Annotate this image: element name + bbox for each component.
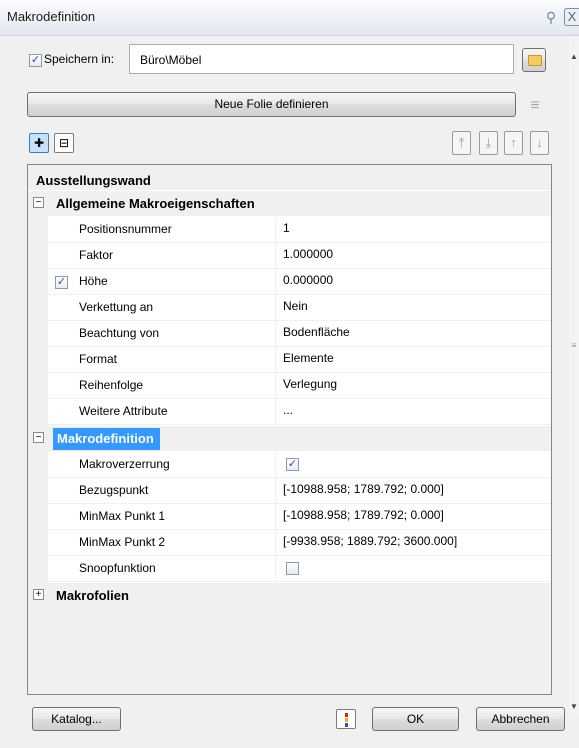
property-name: Verkettung an — [48, 295, 276, 320]
category-allgemeine[interactable]: − Allgemeine Makroeigenschaften — [28, 191, 551, 216]
property-value[interactable]: [-9938.958; 1889.792; 3600.000] — [276, 530, 550, 555]
foil-list-icon: ≡ — [530, 97, 540, 114]
snoop-checkbox[interactable] — [286, 562, 299, 575]
property-name: Beachtung von — [48, 321, 276, 346]
property-name: MinMax Punkt 1 — [48, 504, 276, 529]
collapse-icon[interactable]: − — [33, 432, 44, 443]
color-dots-icon[interactable] — [336, 709, 356, 729]
property-name: Höhe — [48, 269, 276, 294]
property-value[interactable]: Bodenfläche — [276, 321, 550, 346]
property-value[interactable]: 0.000000 — [276, 269, 550, 294]
property-value[interactable]: Verlegung — [276, 373, 550, 398]
save-path-field[interactable]: Büro\Möbel — [129, 44, 514, 74]
grid-root-title: Ausstellungswand — [28, 165, 551, 190]
expand-icon[interactable]: + — [33, 589, 44, 600]
property-row[interactable]: Positionsnummer 1 — [28, 217, 551, 243]
yellow-dot-icon — [345, 718, 348, 722]
property-value[interactable]: [-10988.958; 1789.792; 0.000] — [276, 478, 550, 503]
property-name: Makroverzerrung — [48, 452, 276, 477]
browse-folder-button[interactable] — [522, 48, 546, 72]
remove-item-icon[interactable]: ⊟ — [54, 133, 74, 153]
property-name: Snoopfunktion — [48, 556, 276, 581]
property-row[interactable]: Bezugspunkt [-10988.958; 1789.792; 0.000… — [28, 478, 551, 504]
property-name: Bezugspunkt — [48, 478, 276, 503]
save-path-value: Büro\Möbel — [140, 53, 202, 67]
grid-empty-area — [28, 608, 551, 694]
cancel-button[interactable]: Abbrechen — [476, 707, 565, 731]
collapse-icon[interactable]: − — [33, 197, 44, 208]
property-value[interactable]: Elemente — [276, 347, 550, 372]
title-bar: Makrodefinition ⚲ X — [0, 0, 579, 36]
folder-icon — [528, 55, 542, 66]
property-grid: Ausstellungswand − Allgemeine Makroeigen… — [27, 164, 552, 695]
window-title: Makrodefinition — [7, 9, 96, 24]
property-row[interactable]: Faktor 1.000000 — [28, 243, 551, 269]
category-label: Makrofolien — [56, 588, 129, 603]
red-dot-icon — [345, 713, 348, 717]
property-name: MinMax Punkt 2 — [48, 530, 276, 555]
property-value[interactable]: ... — [276, 399, 550, 424]
move-down-icon[interactable]: ↓ — [530, 131, 549, 155]
scroll-down-icon[interactable]: ▼ — [569, 702, 579, 711]
property-row[interactable]: Snoopfunktion — [28, 556, 551, 582]
blue-dot-icon — [345, 723, 348, 727]
category-label: Makrodefinition — [53, 428, 160, 450]
property-row[interactable]: Format Elemente — [28, 347, 551, 373]
move-bottom-icon[interactable]: ⤓ — [479, 131, 498, 155]
property-name: Faktor — [48, 243, 276, 268]
property-row[interactable]: MinMax Punkt 2 [-9938.958; 1889.792; 360… — [28, 530, 551, 556]
property-row[interactable]: MinMax Punkt 1 [-10988.958; 1789.792; 0.… — [28, 504, 551, 530]
property-name: Positionsnummer — [48, 217, 276, 242]
pin-icon[interactable]: ⚲ — [542, 8, 560, 26]
property-row[interactable]: Verkettung an Nein — [28, 295, 551, 321]
category-makrofolien[interactable]: + Makrofolien — [28, 583, 551, 608]
category-label: Allgemeine Makroeigenschaften — [56, 196, 255, 211]
property-name: Format — [48, 347, 276, 372]
property-row[interactable]: Reihenfolge Verlegung — [28, 373, 551, 399]
property-value[interactable]: 1 — [276, 217, 550, 242]
vertical-scrollbar[interactable]: ▲ ≡ ▼ — [569, 36, 579, 714]
save-in-label: Speichern in: — [44, 52, 115, 66]
scroll-thumb-icon[interactable]: ≡ — [570, 341, 578, 350]
distortion-checkbox[interactable]: ✓ — [286, 458, 299, 471]
property-value[interactable]: ✓ — [276, 452, 550, 477]
scroll-up-icon[interactable]: ▲ — [569, 52, 579, 61]
close-icon[interactable]: X — [564, 8, 579, 26]
property-name: Reihenfolge — [48, 373, 276, 398]
catalog-button[interactable]: Katalog... — [32, 707, 121, 731]
category-makrodefinition[interactable]: − Makrodefinition — [28, 426, 551, 451]
property-row[interactable]: Weitere Attribute ... — [28, 399, 551, 425]
property-value[interactable]: Nein — [276, 295, 550, 320]
property-value[interactable] — [276, 556, 550, 581]
new-foil-button[interactable]: Neue Folie definieren — [27, 92, 516, 117]
property-name: Weitere Attribute — [48, 399, 276, 424]
property-value[interactable]: 1.000000 — [276, 243, 550, 268]
ok-button[interactable]: OK — [372, 707, 459, 731]
property-row[interactable]: Beachtung von Bodenfläche — [28, 321, 551, 347]
property-value[interactable]: [-10988.958; 1789.792; 0.000] — [276, 504, 550, 529]
property-row[interactable]: Makroverzerrung ✓ — [28, 452, 551, 478]
add-item-icon[interactable]: ✚ — [29, 133, 49, 153]
move-top-icon[interactable]: ⤒ — [452, 131, 471, 155]
property-row[interactable]: ✓ Höhe 0.000000 — [28, 269, 551, 295]
move-up-icon[interactable]: ↑ — [504, 131, 523, 155]
save-in-checkbox[interactable]: ✓ — [29, 54, 42, 67]
